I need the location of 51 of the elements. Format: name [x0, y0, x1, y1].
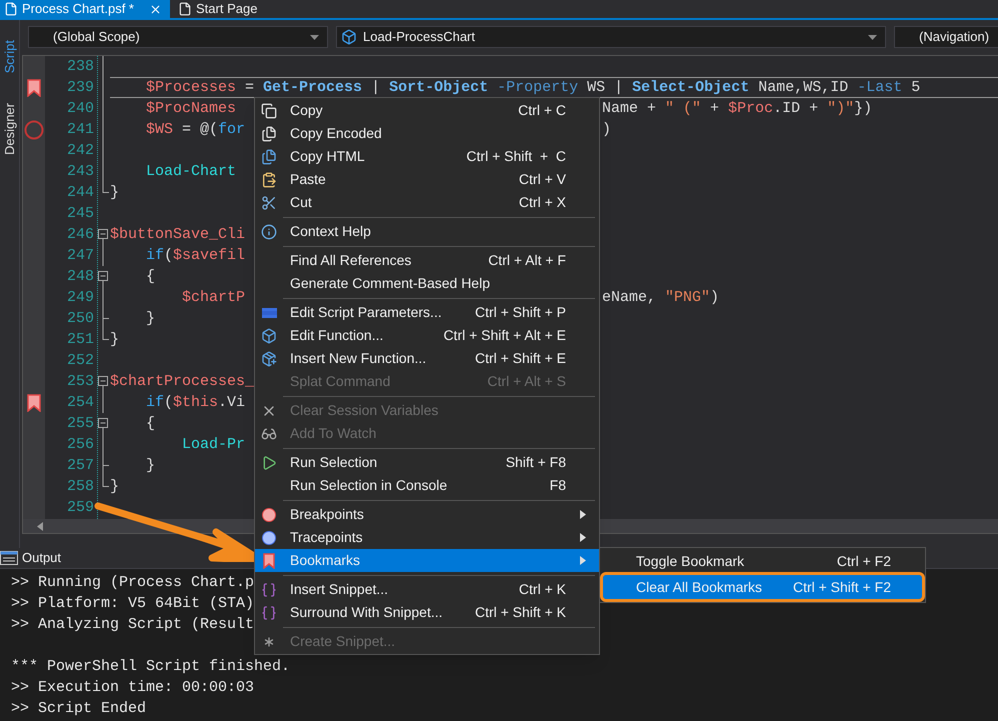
code-line: Load-Pr: [181, 436, 246, 453]
line-number: 253: [66, 373, 94, 390]
line-number: 256: [66, 436, 94, 453]
code-line: if($savefil: [145, 247, 246, 264]
code-line: Load-Chart: [145, 163, 236, 180]
code-line: }: [110, 478, 120, 495]
output-line: >> Script Ended: [11, 700, 146, 717]
tab-label: Process Chart.psf *: [22, 0, 134, 18]
line-number: 255: [66, 415, 94, 432]
line-number: 254: [66, 394, 94, 411]
code-line: }: [145, 457, 156, 474]
code-line: if($this.Vi: [145, 394, 246, 411]
line-number: 245: [66, 205, 94, 222]
code-line: $chartP: [181, 289, 246, 306]
output-line: >> Platform: V5 64Bit (STA): [11, 595, 254, 612]
code-line: {: [145, 415, 156, 432]
code-line: $WS = @(for: [145, 121, 246, 138]
code-line: eName, "PNG"): [602, 288, 720, 308]
code-line: $buttonSave_Cli: [110, 226, 246, 243]
code-line: ): [602, 120, 612, 140]
code-line: Name + " (" + $Proc.ID + ")"}): [602, 99, 872, 119]
line-number: 247: [66, 247, 94, 264]
line-number: 259: [66, 499, 94, 516]
line-number: 251: [66, 331, 94, 348]
output-line: >> Running (Process Chart.p: [11, 574, 254, 591]
line-number: 238: [66, 58, 94, 75]
line-number: 242: [66, 142, 94, 159]
line-number: 258: [66, 478, 94, 495]
line-number: 244: [66, 184, 94, 201]
code-line: }: [110, 184, 120, 201]
code-line: $ProcNames: [145, 100, 236, 117]
output-line: >> Execution time: 00:00:03: [11, 679, 254, 696]
output-line: *** PowerShell Script finished.: [11, 658, 290, 675]
code-line: $chartProcesses_: [110, 373, 254, 390]
tab-label: Start Page: [196, 0, 258, 18]
line-number: 241: [66, 121, 94, 138]
line-number: 257: [66, 457, 94, 474]
line-number: 250: [66, 310, 94, 327]
line-number: 246: [66, 226, 94, 243]
line-number: 249: [66, 289, 94, 306]
code-line: {: [145, 268, 156, 285]
line-number: 243: [66, 163, 94, 180]
line-number: 248: [66, 268, 94, 285]
code-line: }: [110, 331, 120, 348]
line-number: 252: [66, 352, 94, 369]
output-line: >> Analyzing Script (Result: [11, 616, 254, 633]
code-line: }: [145, 310, 156, 327]
line-number: 240: [66, 100, 94, 117]
code-line: $Processes = Get-Process | Sort-Object -Property WS | Select-Object Name,WS,ID -Last 5: [145, 79, 920, 96]
panel-title: Output: [22, 549, 62, 568]
line-number: 239: [66, 79, 94, 96]
